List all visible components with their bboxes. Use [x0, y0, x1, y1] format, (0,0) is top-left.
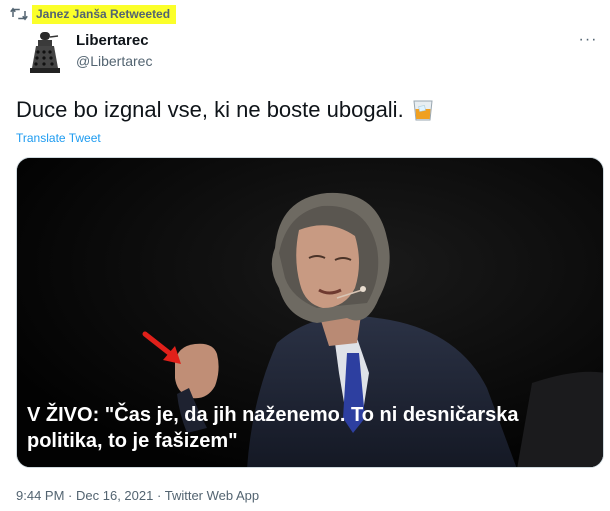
tweet-timestamp: 9:44 PM · Dec 16, 2021 · Twitter Web App [16, 488, 259, 503]
author-handle[interactable]: @Libertarec [76, 53, 152, 69]
retweet-icon [10, 7, 28, 21]
tweet-author: Libertarec @Libertarec ··· [16, 26, 600, 78]
avatar[interactable] [20, 28, 68, 76]
retweeted-by-label[interactable]: Janez Janša Retweeted [32, 4, 177, 24]
tweet-source[interactable]: Twitter Web App [165, 488, 259, 503]
media-caption: V ŽIVO: "Čas je, da jih naženemo. To ni … [27, 404, 519, 452]
red-arrow-icon [142, 331, 181, 364]
tweet-text-row: Duce bo izgnal vse, ki ne boste ubogali. [16, 96, 434, 124]
tweet-time[interactable]: 9:44 PM [16, 488, 64, 503]
separator: · [68, 488, 73, 503]
tweet-date[interactable]: Dec 16, 2021 [76, 488, 153, 503]
translate-tweet-link[interactable]: Translate Tweet [16, 131, 101, 145]
retweet-header: Janez Janša Retweeted [10, 4, 177, 24]
author-name[interactable]: Libertarec [76, 32, 149, 49]
tumbler-glass-emoji [413, 100, 433, 121]
tweet-media-image[interactable]: V ŽIVO: "Čas je, da jih naženemo. To ni … [16, 157, 604, 468]
more-options-button[interactable]: ··· [576, 30, 600, 50]
tweet-text: Duce bo izgnal vse, ki ne boste ubogali. [16, 97, 404, 122]
separator: · [156, 488, 162, 503]
